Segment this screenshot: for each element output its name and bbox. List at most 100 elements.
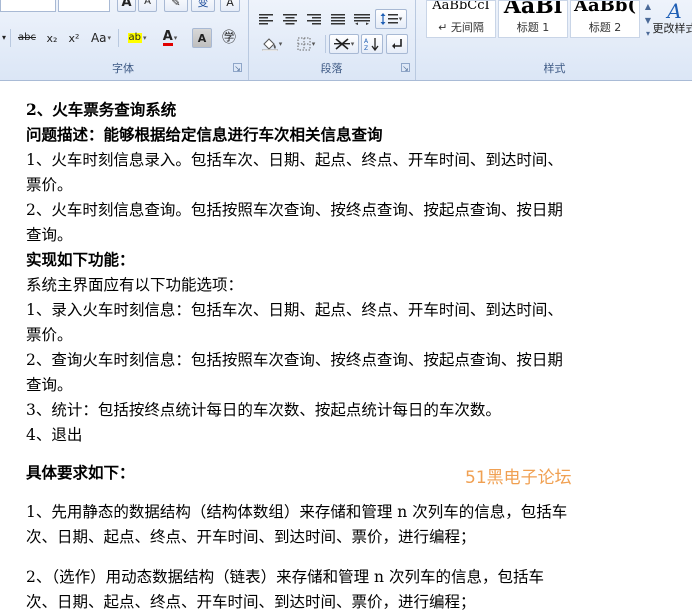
chevron-down-icon: ▼ — [645, 17, 651, 25]
font-color-icon: A — [163, 31, 173, 46]
style-sample: AaBb( — [571, 0, 639, 16]
subscript-button[interactable]: x₂ — [42, 28, 62, 48]
ribbon: A A ✎ 变 A ▾ abc x₂ x² Aa▾ ab▾ A▾ A ㊫ 字体 … — [0, 0, 692, 81]
justify-button[interactable] — [327, 9, 349, 29]
doc-paragraph-line: 1、火车时刻信息录入。包括车次、日期、起点、终点、开车时间、到达时间、 — [26, 150, 563, 170]
clear-format-button[interactable]: ✎ — [164, 0, 188, 12]
font-group: A A ✎ 变 A ▾ abc x₂ x² Aa▾ ab▾ A▾ A ㊫ 字体 … — [0, 0, 246, 80]
style-no-spacing[interactable]: AaBbCcI ↵ 无间隔 — [426, 0, 496, 38]
style-name: 标题 2 — [571, 19, 639, 35]
eraser-icon: ✎ — [171, 0, 180, 8]
change-styles-icon: A — [667, 1, 681, 21]
doc-paragraph-line: 1、录入火车时刻信息：包括车次、日期、起点、终点、开车时间、到达时间、 — [26, 300, 563, 320]
sort-icon: AZ — [364, 37, 380, 51]
doc-subheading: 具体要求如下： — [26, 463, 135, 483]
doc-paragraph-line: 4、退出 — [26, 425, 82, 445]
paragraph-group-label: 段落 — [249, 61, 414, 77]
subscript-icon: x₂ — [47, 33, 58, 44]
superscript-icon: x² — [69, 33, 80, 44]
doc-paragraph-line: 2、查询火车时刻信息：包括按照车次查询、按终点查询、按起点查询、按日期 — [26, 350, 563, 370]
font-color-button[interactable]: A▾ — [155, 28, 185, 48]
strikethrough-icon: abc — [18, 33, 36, 43]
styles-scroll-up[interactable]: ▲ — [642, 0, 654, 14]
doc-heading: 2、火车票务查询系统 — [26, 100, 176, 120]
shrink-font-icon: A — [144, 0, 151, 7]
font-name-combo-tail[interactable] — [58, 0, 110, 12]
enclose-chars-icon: ㊫ — [222, 31, 236, 45]
doc-problem-description: 问题描述：能够根据给定信息进行车次相关信息查询 — [26, 125, 383, 145]
shrink-font-button[interactable]: A — [138, 0, 157, 12]
doc-paragraph-line: 系统主界面应有以下功能选项： — [26, 275, 243, 295]
chevron-up-icon: ▲ — [645, 3, 651, 11]
style-name: ↵ 无间隔 — [427, 19, 495, 35]
paragraph-group: ▾ ▾ ▾ ▾ AZ 段落 ↘ — [248, 0, 414, 80]
doc-subheading: 实现如下功能： — [26, 250, 135, 270]
doc-paragraph-line: 2、火车时刻信息查询。包括按照车次查询、按终点查询、按起点查询、按日期 — [26, 200, 563, 220]
svg-text:Z: Z — [364, 45, 368, 51]
change-case-icon: Aa — [91, 32, 107, 44]
enter-mark-icon — [390, 37, 404, 51]
doc-paragraph-line: 3、统计：包括按终点统计每日的车次数、按起点统计每日的车次数。 — [26, 400, 501, 420]
paint-bucket-icon — [262, 37, 278, 51]
distributed-button[interactable] — [351, 9, 373, 29]
doc-paragraph-line: 2、（选作）用动态数据结构（链表）来存储和管理 n 次列车的信息，包括车 — [26, 567, 544, 587]
change-case-button[interactable]: Aa▾ — [88, 28, 114, 48]
phonetic-icon: 变 — [198, 0, 209, 8]
styles-group-label: 样式 — [416, 61, 692, 77]
style-heading-1[interactable]: AaBl 标题 1 — [498, 0, 568, 38]
align-left-icon — [259, 13, 273, 25]
change-styles-label: 更改样式 — [653, 23, 692, 34]
line-spacing-button[interactable]: ▾ — [375, 9, 407, 29]
grow-font-icon: A — [121, 0, 131, 9]
chinese-layout-icon — [334, 37, 350, 51]
justify-icon — [331, 13, 345, 25]
chinese-layout-button[interactable]: ▾ — [329, 34, 359, 54]
align-left-button[interactable] — [255, 9, 277, 29]
line-spacing-icon — [380, 12, 398, 26]
phonetic-guide-button[interactable]: 变 — [191, 0, 215, 12]
doc-paragraph-line: 查询。 — [26, 225, 73, 245]
style-name: 标题 1 — [499, 19, 567, 35]
doc-paragraph-line: 次、日期、起点、终点、开车时间、到达时间、票价，进行编程； — [26, 592, 476, 612]
doc-paragraph-line: 票价。 — [26, 325, 73, 345]
show-marks-button[interactable] — [386, 34, 408, 54]
highlighter-icon: ab — [128, 33, 142, 43]
grow-font-button[interactable]: A — [117, 0, 136, 12]
doc-paragraph-line: 1、先用静态的数据结构（结构体数组）来存储和管理 n 次列车的信息，包括车 — [26, 502, 567, 522]
doc-paragraph-line: 次、日期、起点、终点、开车时间、到达时间、票价，进行编程； — [26, 527, 476, 547]
char-border-button[interactable]: A — [220, 0, 240, 12]
styles-group: AaBbCcI ↵ 无间隔 AaBl 标题 1 AaBb( 标题 2 ▲ ▼ ▾… — [415, 0, 692, 80]
align-right-icon — [307, 13, 321, 25]
align-right-button[interactable] — [303, 9, 325, 29]
superscript-button[interactable]: x² — [64, 28, 84, 48]
change-styles-button[interactable]: A 更改样式 — [656, 0, 692, 44]
style-sample: AaBbCcI — [427, 0, 495, 13]
style-sample: AaBl — [499, 0, 567, 19]
char-border-icon: A — [226, 0, 234, 8]
chevron-down-icon: ▾ — [2, 34, 6, 42]
doc-paragraph-line: 票价。 — [26, 175, 73, 195]
more-icon: ▾ — [646, 30, 650, 38]
font-size-combo[interactable] — [0, 0, 56, 12]
highlight-button[interactable]: ab▾ — [122, 28, 152, 48]
align-center-icon — [283, 13, 297, 25]
paragraph-dialog-launcher[interactable]: ↘ — [401, 63, 410, 72]
style-heading-2[interactable]: AaBb( 标题 2 — [570, 0, 640, 38]
font-dialog-launcher[interactable]: ↘ — [233, 63, 242, 72]
shading-button[interactable]: ▾ — [255, 34, 289, 54]
borders-button[interactable]: ▾ — [291, 34, 321, 54]
document-page[interactable]: 2、火车票务查询系统 问题描述：能够根据给定信息进行车次相关信息查询 1、火车时… — [0, 81, 692, 611]
watermark: 51黑电子论坛 — [465, 463, 572, 488]
dialog-launcher-icon: ↘ — [234, 64, 241, 73]
distributed-align-icon — [354, 13, 370, 25]
font-overflow-chevron[interactable]: ▾ — [0, 28, 8, 48]
border-grid-icon — [297, 37, 311, 51]
align-center-button[interactable] — [279, 9, 301, 29]
svg-text:A: A — [364, 38, 369, 45]
enclose-chars-button[interactable]: ㊫ — [217, 28, 241, 48]
strikethrough-button[interactable]: abc — [14, 28, 40, 48]
sort-button[interactable]: AZ — [361, 34, 383, 54]
char-shading-button[interactable]: A — [192, 28, 212, 48]
font-group-label: 字体 — [0, 61, 246, 77]
doc-paragraph-line: 查询。 — [26, 375, 73, 395]
